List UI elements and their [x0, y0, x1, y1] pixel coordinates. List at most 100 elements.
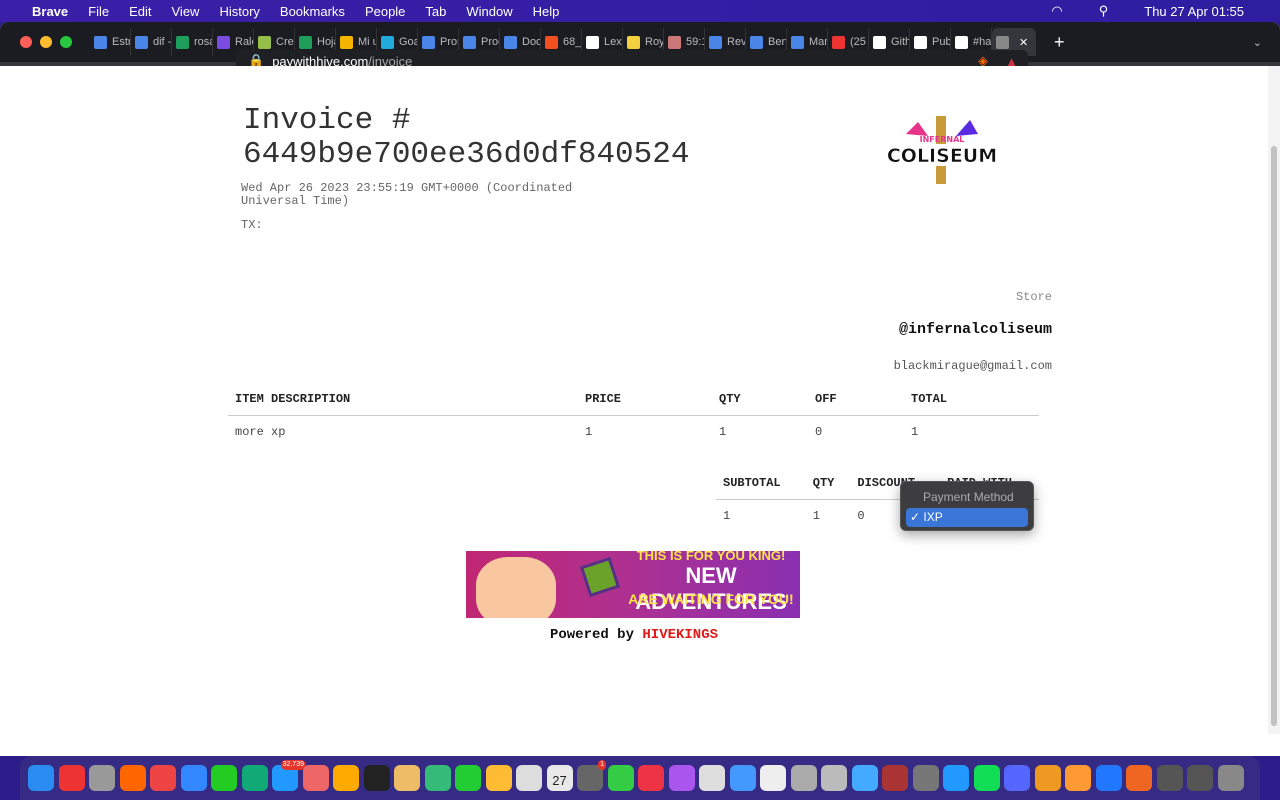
tab-list-chevron-icon[interactable]: ⌄	[1253, 36, 1262, 49]
col-item-description: ITEM DESCRIPTION	[228, 383, 578, 416]
cell-off: 0	[815, 425, 823, 440]
dock-app-icon[interactable]	[851, 765, 878, 791]
svg-text:INFERNAL: INFERNAL	[920, 135, 965, 144]
dock-app-icon[interactable]	[241, 765, 268, 791]
dock-app-icon[interactable]	[668, 765, 695, 791]
menu-edit[interactable]: Edit	[129, 4, 151, 19]
dock-app-icon[interactable]	[119, 765, 146, 791]
menu-bookmarks[interactable]: Bookmarks	[280, 4, 345, 19]
tab-favicon-icon	[299, 35, 312, 49]
hivekings-link[interactable]: HIVEKINGS	[642, 627, 718, 643]
tab[interactable]: rosa	[172, 28, 213, 56]
dock-app-icon[interactable]	[394, 765, 420, 791]
king-character-image	[476, 557, 556, 618]
promo-banner[interactable]: THIS IS FOR YOU KING! NEW ADVENTURES ARE…	[466, 551, 800, 618]
tab[interactable]: Estr	[90, 28, 131, 56]
menu-help[interactable]: Help	[533, 4, 560, 19]
dock-app-icon[interactable]	[333, 765, 359, 791]
dock-app-icon[interactable]	[729, 765, 756, 791]
col-qty: QTY	[712, 383, 808, 416]
tab-label: Roy	[645, 36, 664, 48]
cell-description: more xp	[235, 425, 286, 440]
tab-favicon-icon	[668, 35, 681, 49]
minimize-window-button[interactable]	[40, 36, 52, 48]
tab-favicon-icon	[832, 35, 845, 49]
dock-app-icon[interactable]	[1034, 765, 1061, 791]
dock-app-icon[interactable]	[28, 765, 54, 791]
dock-app-icon[interactable]	[1156, 765, 1183, 791]
menu-app[interactable]: Brave	[32, 4, 68, 19]
tab-favicon-icon	[463, 35, 476, 49]
tab-favicon-icon	[750, 35, 763, 49]
dock-app-icon[interactable]	[973, 765, 1000, 791]
col-qty: QTY	[805, 467, 851, 500]
tab-label: dif -	[153, 36, 172, 48]
col-off: OFF	[808, 383, 904, 416]
dock-app-icon[interactable]	[943, 765, 969, 791]
dock-app-icon[interactable]	[455, 765, 481, 791]
dock-calendar-icon[interactable]: 27	[546, 765, 573, 791]
dock-app-icon[interactable]	[150, 765, 176, 791]
tab-label: Pub	[932, 36, 951, 48]
dock-app-icon[interactable]	[821, 765, 847, 791]
dock-app-icon[interactable]	[363, 765, 390, 791]
invoice-tx: TX:	[241, 218, 263, 232]
dock-app-icon[interactable]	[211, 765, 237, 791]
option-ixp[interactable]: ✓ IXP	[906, 508, 1028, 527]
tab-label: Rale	[235, 36, 253, 48]
clock[interactable]: Thu 27 Apr 01:55	[1144, 4, 1244, 19]
tab-label: Doc	[522, 36, 541, 48]
menu-window[interactable]: Window	[466, 4, 512, 19]
scrollbar[interactable]	[1268, 66, 1280, 734]
dock-app-icon[interactable]	[1126, 765, 1152, 791]
dock-app-icon[interactable]	[302, 765, 329, 791]
col-subtotal: SUBTOTAL	[716, 467, 806, 500]
store-email: blackmirague@gmail.com	[893, 359, 1052, 373]
tab-favicon-icon	[914, 35, 927, 49]
dock-app-icon[interactable]	[912, 765, 939, 791]
dock-app-icon[interactable]	[607, 765, 634, 791]
dock-app-icon[interactable]	[58, 765, 85, 791]
cell-price: 1	[585, 425, 593, 440]
tab-favicon-icon	[340, 35, 353, 49]
menu-view[interactable]: View	[172, 4, 200, 19]
tab-favicon-icon	[873, 35, 886, 49]
dock-app-icon[interactable]	[760, 765, 786, 791]
tab-favicon-icon	[709, 35, 722, 49]
infernal-coliseum-logo: INFERNAL COLISEUM	[878, 114, 1006, 186]
dock-app-icon[interactable]	[1095, 765, 1122, 791]
menu-tab[interactable]: Tab	[425, 4, 446, 19]
menu-people[interactable]: People	[365, 4, 405, 19]
menu-file[interactable]: File	[88, 4, 109, 19]
dock-app-icon[interactable]	[516, 765, 542, 791]
tab-label: Goa	[399, 36, 418, 48]
dock-app-icon[interactable]	[485, 765, 512, 791]
dock-mail-icon[interactable]: 32,739	[272, 760, 306, 791]
dock-app-icon[interactable]	[1217, 765, 1244, 791]
dock-app-icon[interactable]	[1065, 765, 1091, 791]
dock-app-icon[interactable]	[1187, 765, 1213, 791]
dock-app-icon[interactable]	[882, 765, 908, 791]
close-window-button[interactable]	[20, 36, 32, 48]
dock-app-icon[interactable]	[699, 765, 725, 791]
banner-line3: ARE WAITING FOR YOU!	[628, 591, 794, 607]
new-tab-button[interactable]: +	[1054, 32, 1065, 53]
dock-app-icon[interactable]	[1004, 765, 1030, 791]
dock-settings-icon[interactable]: 1	[577, 760, 606, 791]
wifi-icon[interactable]: ◠	[1051, 3, 1062, 19]
dock-app-icon[interactable]	[89, 765, 115, 791]
dock-app-icon[interactable]	[424, 765, 451, 791]
macos-menubar: Brave File Edit View History Bookmarks P…	[0, 0, 1280, 22]
zoom-window-button[interactable]	[60, 36, 72, 48]
search-icon[interactable]: ⚲	[1099, 3, 1109, 19]
tab-favicon-icon	[504, 35, 517, 49]
payment-method-dropdown[interactable]: Payment Method ✓ IXP	[900, 481, 1034, 531]
tab[interactable]: dif -	[131, 28, 172, 56]
dock-app-icon[interactable]	[638, 765, 664, 791]
dock-app-icon[interactable]	[180, 765, 207, 791]
close-tab-icon[interactable]: ✕	[1019, 36, 1028, 49]
dock-app-icon[interactable]	[790, 765, 817, 791]
invoice-id: 6449b9e700ee36d0df840524	[243, 137, 690, 172]
tab-label: Lexi	[604, 36, 623, 48]
menu-history[interactable]: History	[219, 4, 259, 19]
